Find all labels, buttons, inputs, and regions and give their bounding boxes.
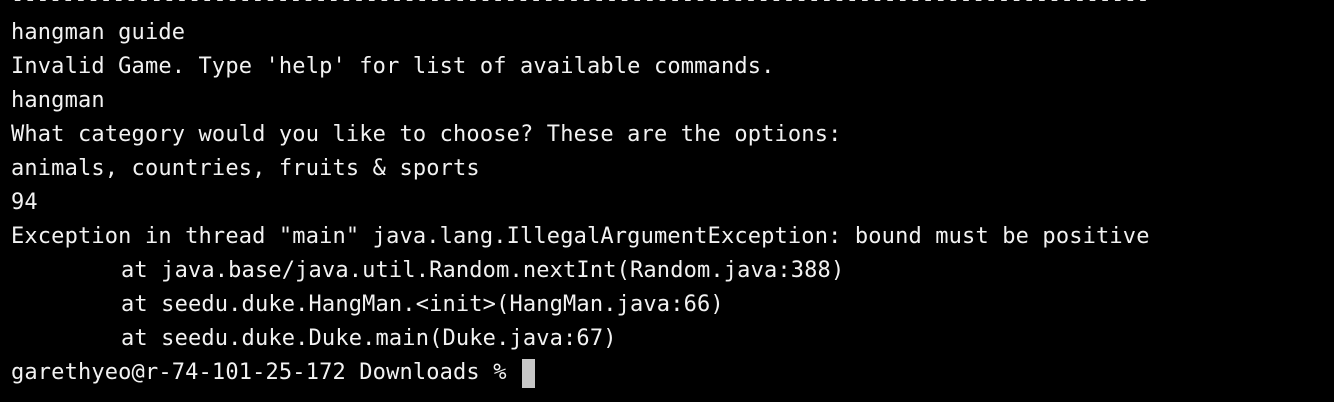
stack-trace-line: at java.base/java.util.Random.nextInt(Ra… (121, 258, 845, 283)
output-line: What category would you like to choose? … (11, 122, 842, 147)
output-line: hangman guide (11, 20, 186, 45)
prompt-text: garethyeo@r-74-101-25-172 Downloads % (11, 360, 521, 385)
cursor-block (522, 358, 536, 388)
command-prompt[interactable]: garethyeo@r-74-101-25-172 Downloads % (11, 356, 1334, 390)
output-line: 94 (11, 190, 38, 215)
terminal-output: hangman guide Invalid Game. Type 'help' … (11, 16, 1334, 390)
output-line: animals, countries, fruits & sports (11, 156, 480, 181)
stack-trace-line: at seedu.duke.HangMan.<init>(HangMan.jav… (121, 292, 724, 317)
terminal-window[interactable]: ----------------------------------------… (0, 0, 1334, 402)
output-line: hangman (11, 88, 105, 113)
exception-line: Exception in thread "main" java.lang.Ill… (11, 224, 1150, 249)
separator-line: ----------------------------------------… (11, 0, 1150, 12)
output-line: Invalid Game. Type 'help' for list of av… (11, 54, 775, 79)
stack-trace-line: at seedu.duke.Duke.main(Duke.java:67) (121, 326, 617, 351)
